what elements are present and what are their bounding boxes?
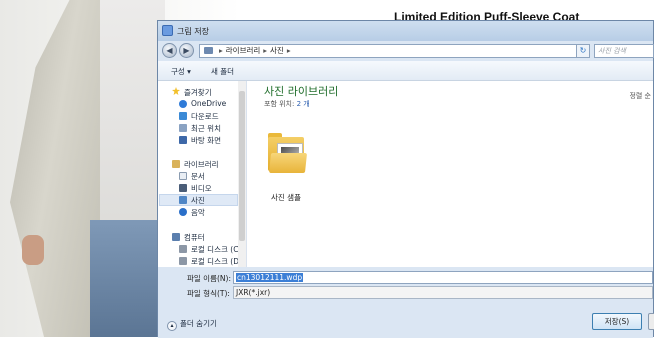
dialog-title: 그림 저장 <box>177 27 209 36</box>
nav-recent[interactable]: 최근 위치 <box>191 123 221 134</box>
filetype-select[interactable]: JXR(*.jxr) <box>233 286 653 299</box>
hand-shape <box>22 235 44 265</box>
refresh-icon[interactable]: ↻ <box>576 44 590 58</box>
navigation-pane: 즐겨찾기 OneDrive 다운로드 최근 위치 바탕 화면 라이브러리 문서 … <box>158 81 247 267</box>
dialog-content: 즐겨찾기 OneDrive 다운로드 최근 위치 바탕 화면 라이브러리 문서 … <box>158 81 653 267</box>
videos-icon <box>179 184 187 192</box>
filename-value: cn13012111.wdp <box>236 273 304 282</box>
sort-by-control[interactable]: 정렬 순 <box>629 91 651 101</box>
new-folder-button[interactable]: 새 폴더 <box>211 66 234 77</box>
library-icon <box>172 160 180 168</box>
cancel-button[interactable] <box>648 313 654 330</box>
folder-label[interactable]: 사진 샘플 <box>271 192 301 203</box>
recent-places-icon <box>179 124 187 132</box>
nav-computer[interactable]: 컴퓨터 <box>184 232 205 243</box>
nav-scroll-thumb[interactable] <box>239 91 245 241</box>
disk-d-icon <box>179 257 187 265</box>
nav-disk-d[interactable]: 로컬 디스크 (D:) <box>191 256 244 267</box>
breadcrumb-libraries[interactable]: 라이브러리 <box>226 46 261 55</box>
downloads-icon <box>179 112 187 120</box>
include-label: 포함 위치: <box>264 100 295 108</box>
star-icon <box>172 87 180 95</box>
address-row: ◀ ▶ ▸라이브러리▸사진▸ ▾ ↻ 사진 검색 <box>158 41 654 61</box>
forward-button[interactable]: ▶ <box>179 43 194 58</box>
hide-folders-label: 폴더 숨기기 <box>180 319 217 328</box>
folder-icon <box>204 47 213 54</box>
documents-icon <box>179 172 187 180</box>
nav-favorites[interactable]: 즐겨찾기 <box>184 87 212 98</box>
filename-input[interactable]: cn13012111.wdp <box>233 271 653 284</box>
nav-pictures[interactable]: 사진 <box>191 195 205 206</box>
nav-music[interactable]: 음악 <box>191 207 205 218</box>
address-bar[interactable]: ▸라이브러리▸사진▸ ▾ <box>199 44 586 58</box>
filename-label: 파일 이름(N): <box>187 274 231 283</box>
sweater-shape <box>100 0 165 250</box>
disk-c-icon <box>179 245 187 253</box>
save-options-panel: 파일 이름(N): cn13012111.wdp 파일 형식(T): JXR(*… <box>158 267 654 338</box>
search-input[interactable]: 사진 검색 <box>594 44 654 58</box>
organize-button[interactable]: 구성 ▾ <box>171 66 191 77</box>
nav-documents[interactable]: 문서 <box>191 171 205 182</box>
pictures-icon <box>179 196 187 204</box>
filetype-label: 파일 형식(T): <box>187 289 230 298</box>
nav-downloads[interactable]: 다운로드 <box>191 111 219 122</box>
nav-libraries[interactable]: 라이브러리 <box>184 159 219 170</box>
back-button[interactable]: ◀ <box>162 43 177 58</box>
onedrive-icon <box>179 100 187 108</box>
nav-desktop[interactable]: 바탕 화면 <box>191 135 221 146</box>
breadcrumb-pictures[interactable]: 사진 <box>270 46 284 55</box>
nav-onedrive[interactable]: OneDrive <box>191 99 226 108</box>
save-picture-dialog: 그림 저장 ◀ ▶ ▸라이브러리▸사진▸ ▾ ↻ 사진 검색 구성 ▾ 새 폴더… <box>157 20 654 338</box>
dialog-titlebar[interactable]: 그림 저장 <box>158 21 653 41</box>
include-count-link[interactable]: 2 개 <box>297 100 310 108</box>
desktop-icon <box>179 136 187 144</box>
computer-icon <box>172 233 180 241</box>
music-icon <box>179 208 187 216</box>
save-button[interactable]: 저장(S) <box>592 313 642 330</box>
library-includes: 포함 위치: 2 개 <box>264 99 310 109</box>
nav-disk-c[interactable]: 로컬 디스크 (C:) <box>191 244 244 255</box>
hide-folders-button[interactable]: ▴ 폴더 숨기기 <box>167 318 217 331</box>
nav-scrollbar[interactable] <box>238 81 246 267</box>
browser-icon <box>162 25 173 36</box>
command-toolbar: 구성 ▾ 새 폴더 <box>158 61 653 81</box>
chevron-up-icon: ▴ <box>167 321 177 331</box>
nav-videos[interactable]: 비디오 <box>191 183 212 194</box>
sample-pictures-folder-icon[interactable] <box>268 133 308 173</box>
library-title: 사진 라이브러리 <box>264 85 339 98</box>
